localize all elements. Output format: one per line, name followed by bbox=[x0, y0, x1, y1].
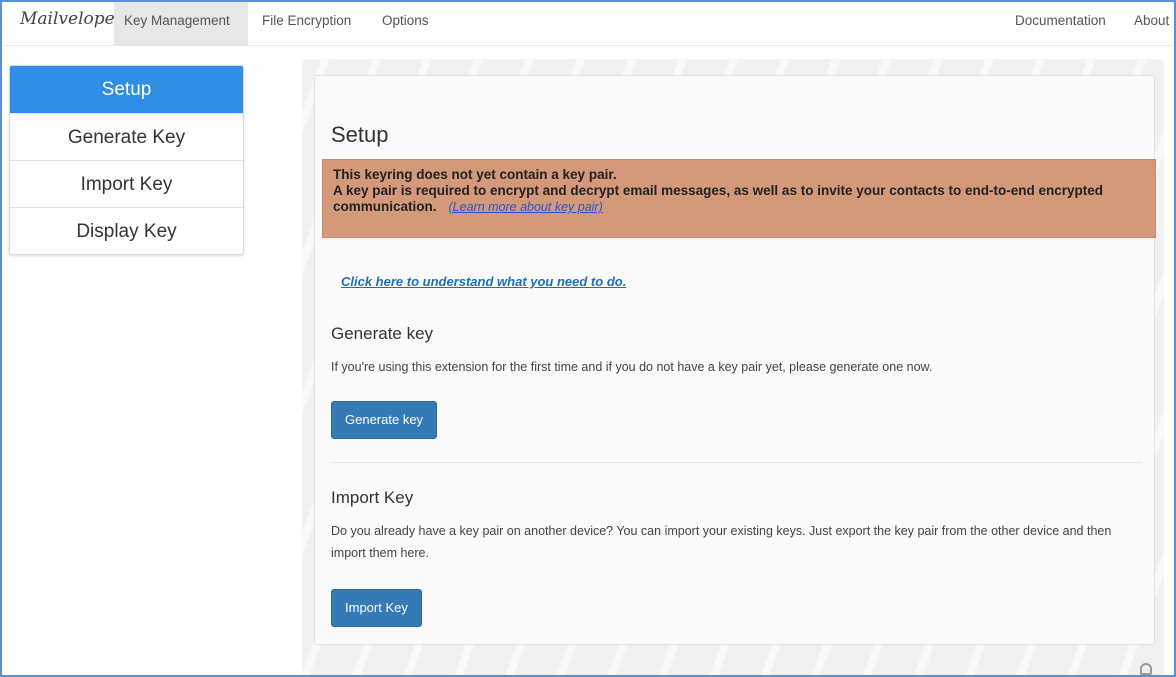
section-divider bbox=[331, 462, 1142, 463]
nav-file-encryption[interactable]: File Encryption bbox=[252, 2, 361, 46]
top-navbar: Mailvelope Key Management File Encryptio… bbox=[2, 2, 1174, 46]
import-key-description: Do you already have a key pair on anothe… bbox=[331, 524, 1112, 560]
alert-line-2: A key pair is required to encrypt and de… bbox=[333, 183, 1145, 215]
page-title: Setup bbox=[331, 122, 389, 147]
no-keypair-alert: This keyring does not yet contain a key … bbox=[322, 159, 1156, 238]
nav-about[interactable]: About bbox=[1124, 2, 1174, 46]
sidebar-item-generate-key[interactable]: Generate Key bbox=[10, 113, 243, 160]
sidebar: Setup Generate Key Import Key Display Ke… bbox=[9, 65, 244, 255]
nav-options[interactable]: Options bbox=[372, 2, 439, 46]
generate-key-heading: Generate key bbox=[331, 324, 434, 343]
lock-icon bbox=[1140, 663, 1152, 675]
help-link[interactable]: Click here to understand what you need t… bbox=[341, 274, 626, 289]
learn-more-link[interactable]: (Learn more about key pair) bbox=[449, 200, 603, 214]
nav-documentation[interactable]: Documentation bbox=[1005, 2, 1116, 46]
app-window: Mailvelope Key Management File Encryptio… bbox=[0, 0, 1176, 677]
sidebar-item-import-key[interactable]: Import Key bbox=[10, 160, 243, 207]
alert-line-1: This keyring does not yet contain a key … bbox=[333, 167, 617, 182]
generate-key-button[interactable]: Generate key bbox=[331, 401, 438, 439]
import-key-heading: Import Key bbox=[331, 488, 414, 507]
import-key-button[interactable]: Import Key bbox=[331, 589, 422, 627]
brand-logo[interactable]: Mailvelope bbox=[20, 9, 115, 29]
generate-key-description: If you're using this extension for the f… bbox=[331, 360, 933, 374]
sidebar-item-setup[interactable]: Setup bbox=[10, 66, 243, 113]
sidebar-item-display-key[interactable]: Display Key bbox=[10, 207, 243, 254]
nav-key-management[interactable]: Key Management bbox=[114, 2, 248, 46]
